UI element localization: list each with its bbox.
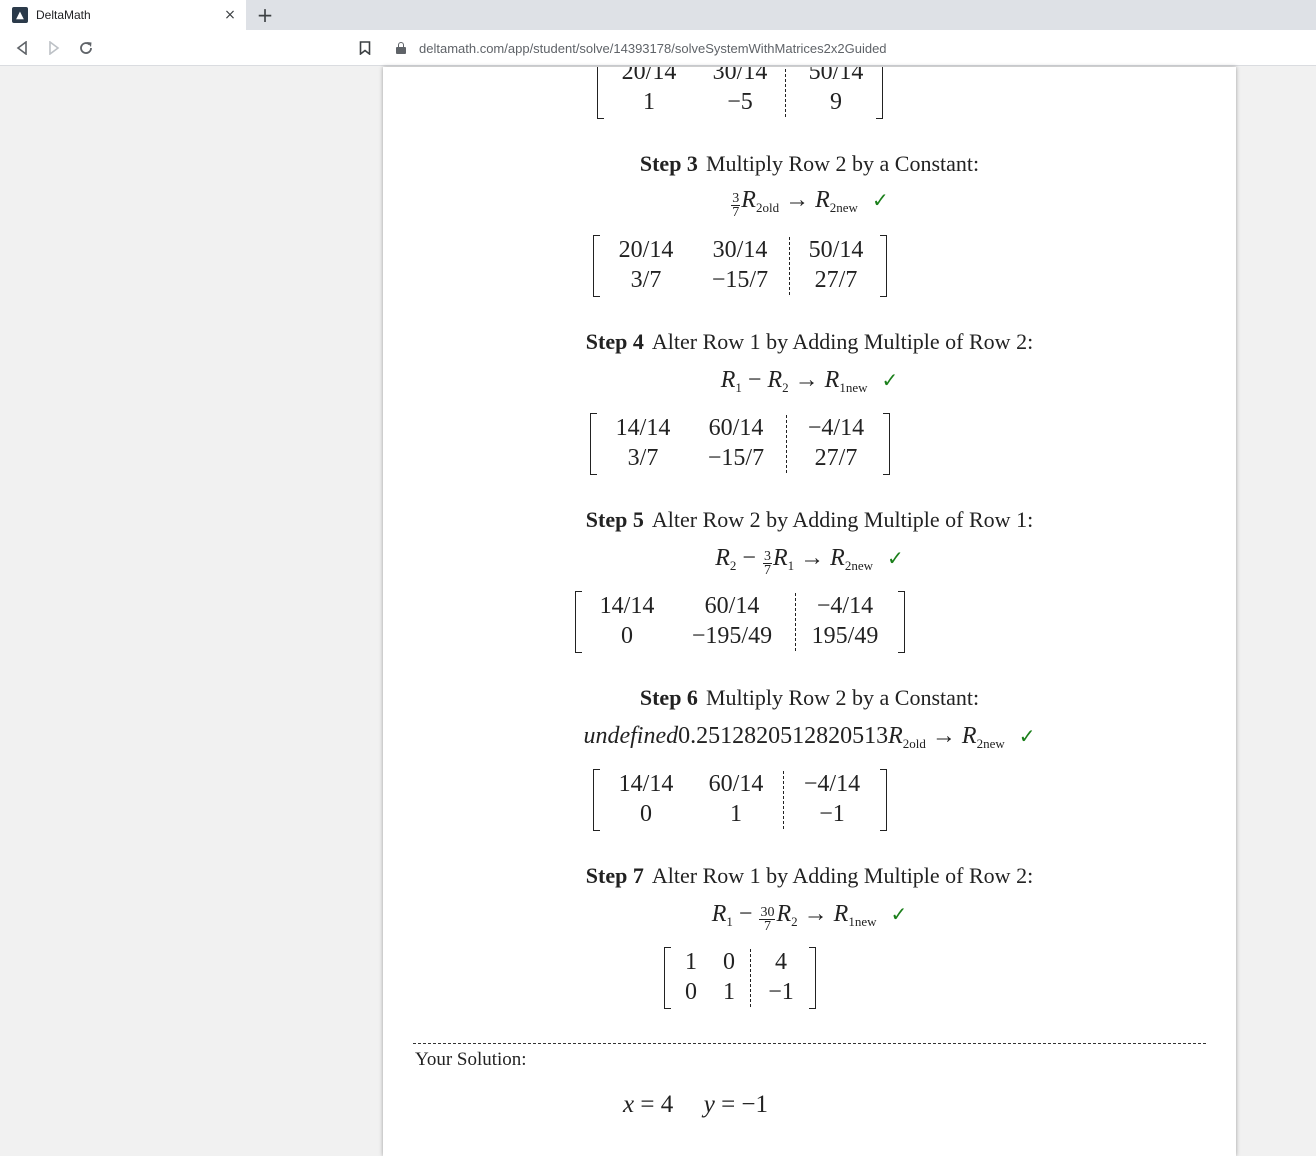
step-title: Alter Row 1 by Adding Multiple of Row 2: xyxy=(651,863,1034,888)
step-7-heading: Step 7 Alter Row 1 by Adding Multiple of … xyxy=(383,863,1236,889)
browser-toolbar: deltamath.com/app/student/solve/14393178… xyxy=(0,30,1316,66)
checkmark-icon: ✓ xyxy=(871,188,889,212)
matrix-step-7: 1 0 4 0 1 −1 xyxy=(664,947,816,1009)
matrix-cell: −4/14 xyxy=(816,593,874,619)
solution-divider xyxy=(413,1043,1206,1044)
matrix-step-4: 14/14 60/14 −4/14 3/7 −15/7 27/7 xyxy=(590,413,890,475)
matrix-cell: 0 xyxy=(640,801,652,827)
step-label: Step 6 xyxy=(639,685,698,710)
matrix-cell: 1 xyxy=(730,801,742,827)
matrix-cell: 60/14 xyxy=(704,593,760,619)
matrix-cell: 14/14 xyxy=(599,593,655,619)
x-variable: x xyxy=(623,1091,635,1118)
back-arrow-icon xyxy=(16,41,27,55)
matrix-cell: 20/14 xyxy=(618,237,674,263)
tab-title: DeltaMath xyxy=(36,8,91,22)
matrix-cell: 1 xyxy=(685,949,697,975)
checkmark-icon: ✓ xyxy=(881,368,899,392)
deltamath-favicon-icon: ▲ xyxy=(12,7,28,23)
step-label: Step 5 xyxy=(585,507,644,532)
matrix-cell: −4/14 xyxy=(807,415,865,441)
forward-arrow-icon xyxy=(49,41,60,55)
matrix-cell: 14/14 xyxy=(618,771,674,797)
matrix-cell: −15/7 xyxy=(711,267,769,293)
matrix-cell: 0 xyxy=(621,623,633,649)
matrix-cell: −5 xyxy=(727,89,753,115)
step-6-heading: Step 6 Multiply Row 2 by a Constant: xyxy=(383,685,1236,711)
step-label: Step 4 xyxy=(585,329,644,354)
matrix-step-5: 14/14 60/14 −4/14 0 −195/49 195/49 xyxy=(575,591,905,653)
forward-button[interactable] xyxy=(42,36,66,60)
matrix-cell: 4 xyxy=(775,949,787,975)
matrix-step-3: 20/14 30/14 50/14 3/7 −15/7 27/7 xyxy=(593,235,887,297)
matrix-cell: 27/7 xyxy=(814,267,858,293)
matrix-cell: 30/14 xyxy=(712,67,768,85)
new-tab-button[interactable]: + xyxy=(254,3,276,27)
step-label: Step 3 xyxy=(639,151,698,176)
solution-label: Your Solution: xyxy=(415,1049,527,1070)
matrix-step-6: 14/14 60/14 −4/14 0 1 −1 xyxy=(593,769,887,831)
x-value: = 4 xyxy=(640,1091,674,1118)
matrix-cell: 30/14 xyxy=(712,237,768,263)
matrix-cell: 14/14 xyxy=(615,415,671,441)
fraction: 37 xyxy=(762,549,772,578)
step-title: Alter Row 1 by Adding Multiple of Row 2: xyxy=(651,329,1034,354)
step-6-operation: undefined0.2512820512820513R2old → R2new… xyxy=(583,723,1036,751)
checkmark-icon: ✓ xyxy=(886,546,904,570)
matrix-cell: 60/14 xyxy=(708,771,764,797)
solution-page: 20/14 30/14 50/14 1 −5 9 Step 3 Multiply … xyxy=(383,67,1236,1156)
lock-icon xyxy=(396,42,406,54)
close-tab-icon[interactable]: × xyxy=(222,7,238,23)
matrix-cell: −1 xyxy=(768,979,794,1005)
step-label: Step 7 xyxy=(585,863,644,888)
tab-strip: ▲ DeltaMath × + xyxy=(0,0,1316,30)
matrix-cell: 20/14 xyxy=(621,67,677,85)
step-4-heading: Step 4 Alter Row 1 by Adding Multiple of … xyxy=(383,329,1236,355)
solution-values: x = 4 y = −1 xyxy=(623,1091,768,1119)
y-variable: y xyxy=(703,1091,715,1118)
step-5-heading: Step 5 Alter Row 2 by Adding Multiple of … xyxy=(383,507,1236,533)
step-title: Multiply Row 2 by a Constant: xyxy=(705,151,980,176)
fraction: 30 7 xyxy=(759,905,776,934)
fraction: 37 xyxy=(731,191,741,220)
back-button[interactable] xyxy=(10,36,34,60)
matrix-cell: 60/14 xyxy=(708,415,764,441)
matrix-cell: 50/14 xyxy=(808,67,864,85)
step-3-heading: Step 3 Multiply Row 2 by a Constant: xyxy=(383,151,1236,177)
reload-icon xyxy=(80,42,92,54)
matrix-cell: 195/49 xyxy=(811,623,879,649)
matrix-cell: 1 xyxy=(643,89,655,115)
address-bar[interactable]: deltamath.com/app/student/solve/14393178… xyxy=(396,40,887,56)
matrix-cell: 3/7 xyxy=(627,445,659,471)
matrix-step-2: 20/14 30/14 50/14 1 −5 9 xyxy=(597,67,883,119)
matrix-cell: 3/7 xyxy=(630,267,662,293)
matrix-cell: −1 xyxy=(819,801,845,827)
matrix-cell: 27/7 xyxy=(814,445,858,471)
matrix-cell: 0 xyxy=(685,979,697,1005)
matrix-cell: −15/7 xyxy=(707,445,765,471)
reload-button[interactable] xyxy=(74,36,98,60)
step-4-operation: R1 − R2 → R1new ✓ xyxy=(720,367,899,395)
matrix-cell: 50/14 xyxy=(808,237,864,263)
matrix-cell: −195/49 xyxy=(691,623,773,649)
browser-tab[interactable]: ▲ DeltaMath × xyxy=(0,0,246,30)
step-title: Multiply Row 2 by a Constant: xyxy=(705,685,980,710)
matrix-cell: 1 xyxy=(723,979,735,1005)
url-text[interactable]: deltamath.com/app/student/solve/14393178… xyxy=(419,41,887,56)
matrix-cell: 9 xyxy=(830,89,842,115)
step-5-operation: R2 − 3 7 R1 → R2new ✓ xyxy=(715,545,904,578)
step-3-operation: 3 7 R2old → R2new ✓ xyxy=(731,187,889,220)
step-7-operation: R1 − 30 7 R2 → R1new ✓ xyxy=(711,901,908,934)
matrix-cell: −4/14 xyxy=(803,771,861,797)
checkmark-icon: ✓ xyxy=(890,902,908,926)
step-title: Alter Row 2 by Adding Multiple of Row 1: xyxy=(651,507,1034,532)
checkmark-icon: ✓ xyxy=(1018,724,1036,748)
bookmark-icon xyxy=(359,41,371,55)
bookmark-button[interactable] xyxy=(355,38,375,58)
matrix-cell: 0 xyxy=(723,949,735,975)
y-value: = −1 xyxy=(721,1091,769,1118)
